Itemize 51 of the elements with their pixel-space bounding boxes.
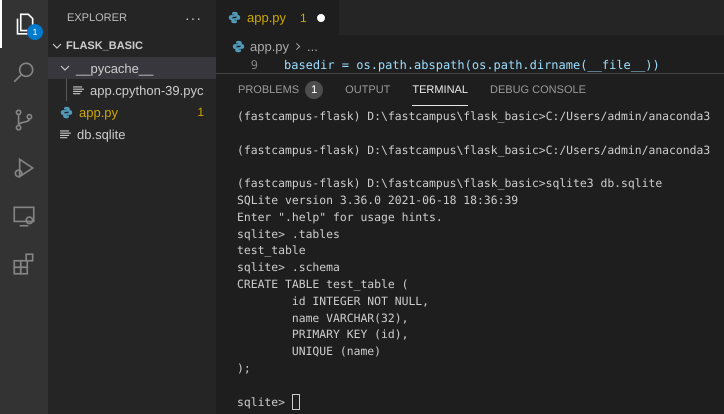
text-file-icon: [60, 130, 71, 138]
problem-count: 1: [300, 10, 307, 24]
terminal-line: PRIMARY KEY (id),: [290, 326, 410, 344]
tree-item[interactable]: db.sqlite: [48, 123, 216, 145]
terminal-line: (fastcampus-flask) D:\fastcampus\flask_basic>C:/Users/admin/anaconda3: [237, 142, 712, 158]
terminal-line: );: [237, 360, 252, 377]
editor-tab[interactable]: app.py 1: [216, 0, 339, 35]
terminal-line: (fastcampus-flask) D:\fastcampus\flask_basic>sqlite3 db.sqlite: [237, 175, 664, 192]
terminal-prompt: sqlite>: [237, 394, 286, 410]
file-name: app.cpython-39.pyc: [90, 82, 204, 98]
file-name: __pycache__: [76, 60, 154, 76]
panel-tab[interactable]: TERMINAL: [412, 74, 468, 106]
file-name: db.sqlite: [77, 126, 126, 142]
terminal-line: id INTEGER NOT NULL,: [290, 292, 430, 310]
workspace-folder[interactable]: FLASK_BASIC: [48, 35, 216, 57]
python-file-icon: [232, 40, 245, 52]
cursor-icon: [292, 394, 300, 410]
breadcrumb-item[interactable]: app.py: [250, 38, 290, 54]
more-actions-button[interactable]: ···: [185, 10, 202, 26]
breadcrumb-item[interactable]: ...: [307, 38, 318, 54]
notification-badge: 1: [27, 24, 43, 40]
panel-tab[interactable]: OUTPUT: [345, 74, 390, 106]
terminal-line: test_table: [237, 242, 307, 260]
terminal-line: SQLite version 3.36.0 2021-06-18 18:36:39: [237, 192, 520, 209]
chevron-down-icon[interactable]: [60, 63, 70, 73]
count-badge: 1: [305, 80, 324, 98]
tree-item[interactable]: __pycache__: [48, 57, 216, 79]
unsaved-dot-icon[interactable]: [316, 14, 325, 22]
problem-count: 1: [197, 105, 205, 119]
chevron-right-icon: [294, 42, 302, 50]
text-file-icon: [73, 86, 84, 94]
tree-item[interactable]: app.cpython-39.pyc: [67, 79, 216, 101]
terminal-line: Enter ".help" for usage hints.: [237, 208, 444, 226]
code-line: basedir = os.path.abspath(os.path.dirname(__file__)): [284, 58, 660, 72]
terminal-line: sqlite> .tables: [237, 226, 341, 242]
panel-tab[interactable]: DEBUG CONSOLE: [490, 74, 586, 106]
file-name: app.py: [79, 104, 120, 120]
python-file-icon: [60, 106, 73, 118]
folder-name: FLASK_BASIC: [66, 40, 144, 52]
terminal-line: name VARCHAR(32),: [290, 310, 410, 326]
terminal-line: sqlite> .schema: [237, 259, 341, 276]
sidebar-title: EXPLORER: [67, 12, 127, 24]
line-number: 9: [250, 58, 259, 72]
terminal-line: CREATE TABLE test_table (: [237, 276, 410, 293]
tab-label: app.py: [247, 10, 286, 25]
tree-item[interactable]: app.py 1: [48, 101, 216, 123]
terminal-line: UNIQUE (name): [290, 343, 382, 360]
chevron-down-icon[interactable]: [52, 41, 62, 51]
terminal-line: (fastcampus-flask) D:\fastcampus\flask_basic>C:/Users/admin/anaconda3: [237, 108, 712, 125]
python-file-icon: [228, 11, 241, 24]
panel-tab[interactable]: PROBLEMS 1: [238, 74, 324, 106]
